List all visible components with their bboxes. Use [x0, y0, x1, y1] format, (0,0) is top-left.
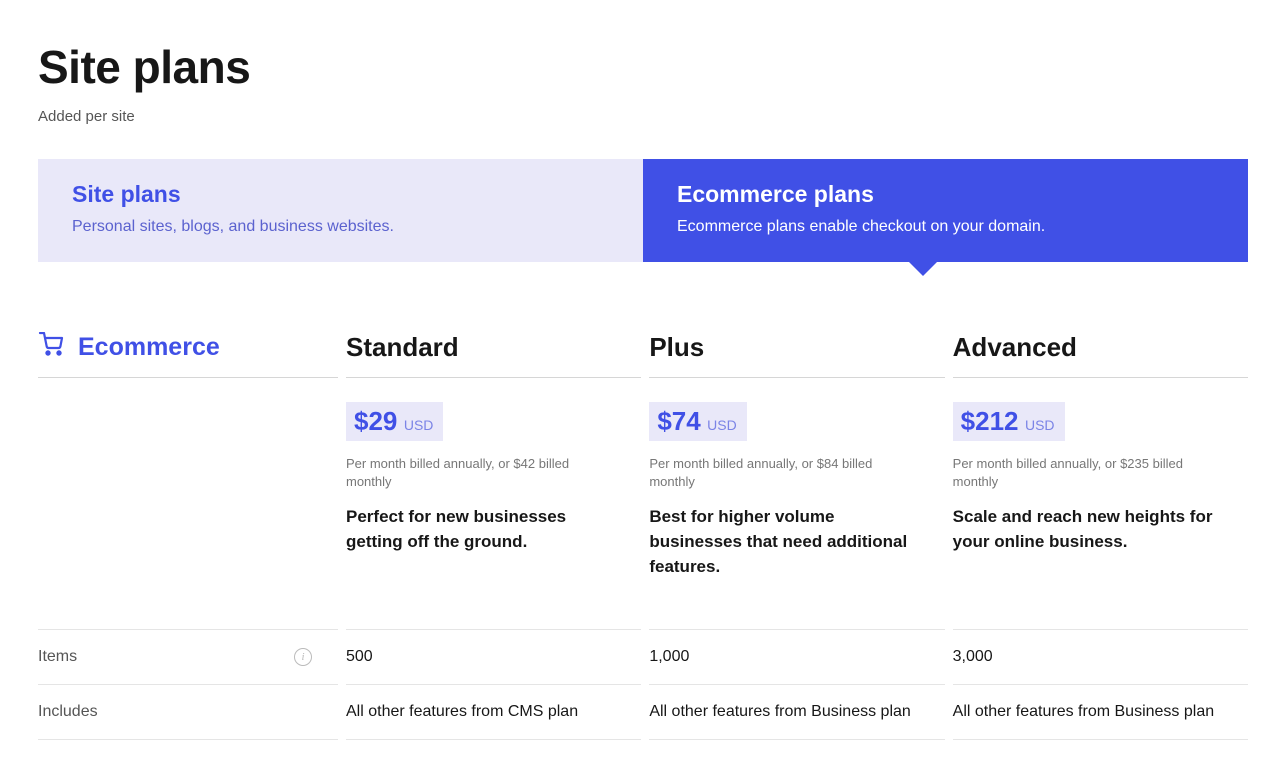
tab-ecommerce-plans[interactable]: Ecommerce plans Ecommerce plans enable c… — [643, 159, 1248, 262]
price-currency: USD — [404, 417, 434, 433]
plan-desc: Scale and reach new heights for your onl… — [953, 505, 1218, 554]
row-items-plus: 1,000 — [649, 629, 944, 684]
row-includes-plus: All other features from Business plan — [649, 684, 944, 740]
plan-plus-pricing: $74 USD Per month billed annually, or $8… — [649, 378, 944, 585]
plan-name-advanced: Advanced — [953, 332, 1248, 378]
price-value: $212 — [961, 406, 1019, 436]
plan-advanced-pricing: $212 USD Per month billed annually, or $… — [953, 378, 1248, 585]
plan-desc: Perfect for new businesses getting off t… — [346, 505, 611, 554]
row-includes-label: Includes — [38, 684, 338, 740]
plan-type-tabs: Site plans Personal sites, blogs, and bu… — [38, 159, 1248, 262]
page-subtitle: Added per site — [38, 108, 1248, 125]
tab-site-plans[interactable]: Site plans Personal sites, blogs, and bu… — [38, 159, 643, 262]
price-badge-standard: $29 USD — [346, 402, 443, 441]
tab-ecom-desc: Ecommerce plans enable checkout on your … — [677, 218, 1214, 236]
section-label: Ecommerce — [78, 333, 220, 362]
price-value: $29 — [354, 406, 397, 436]
section-ecommerce-heading: Ecommerce — [38, 332, 338, 363]
price-value: $74 — [657, 406, 700, 436]
plan-name-standard: Standard — [346, 332, 641, 378]
tab-ecom-title: Ecommerce plans — [677, 181, 1214, 208]
row-includes-advanced: All other features from Business plan — [953, 684, 1248, 740]
price-badge-advanced: $212 USD — [953, 402, 1065, 441]
feature-label-text: Items — [38, 648, 77, 666]
price-currency: USD — [1025, 417, 1055, 433]
row-includes-standard: All other features from CMS plan — [346, 684, 641, 740]
billing-note: Per month billed annually, or $235 bille… — [953, 455, 1213, 491]
row-items-label: Items i — [38, 629, 338, 684]
plan-name-plus: Plus — [649, 332, 944, 378]
info-icon[interactable]: i — [294, 648, 312, 666]
tab-site-title: Site plans — [72, 181, 609, 208]
price-badge-plus: $74 USD — [649, 402, 746, 441]
shopping-cart-icon — [38, 332, 64, 363]
price-currency: USD — [707, 417, 737, 433]
page-title: Site plans — [38, 40, 1248, 94]
plan-standard-pricing: $29 USD Per month billed annually, or $4… — [346, 378, 641, 585]
row-items-standard: 500 — [346, 629, 641, 684]
row-items-advanced: 3,000 — [953, 629, 1248, 684]
billing-note: Per month billed annually, or $84 billed… — [649, 455, 909, 491]
tab-site-desc: Personal sites, blogs, and business webs… — [72, 218, 609, 236]
feature-label-text: Includes — [38, 703, 98, 721]
billing-note: Per month billed annually, or $42 billed… — [346, 455, 606, 491]
plan-desc: Best for higher volume businesses that n… — [649, 505, 914, 579]
